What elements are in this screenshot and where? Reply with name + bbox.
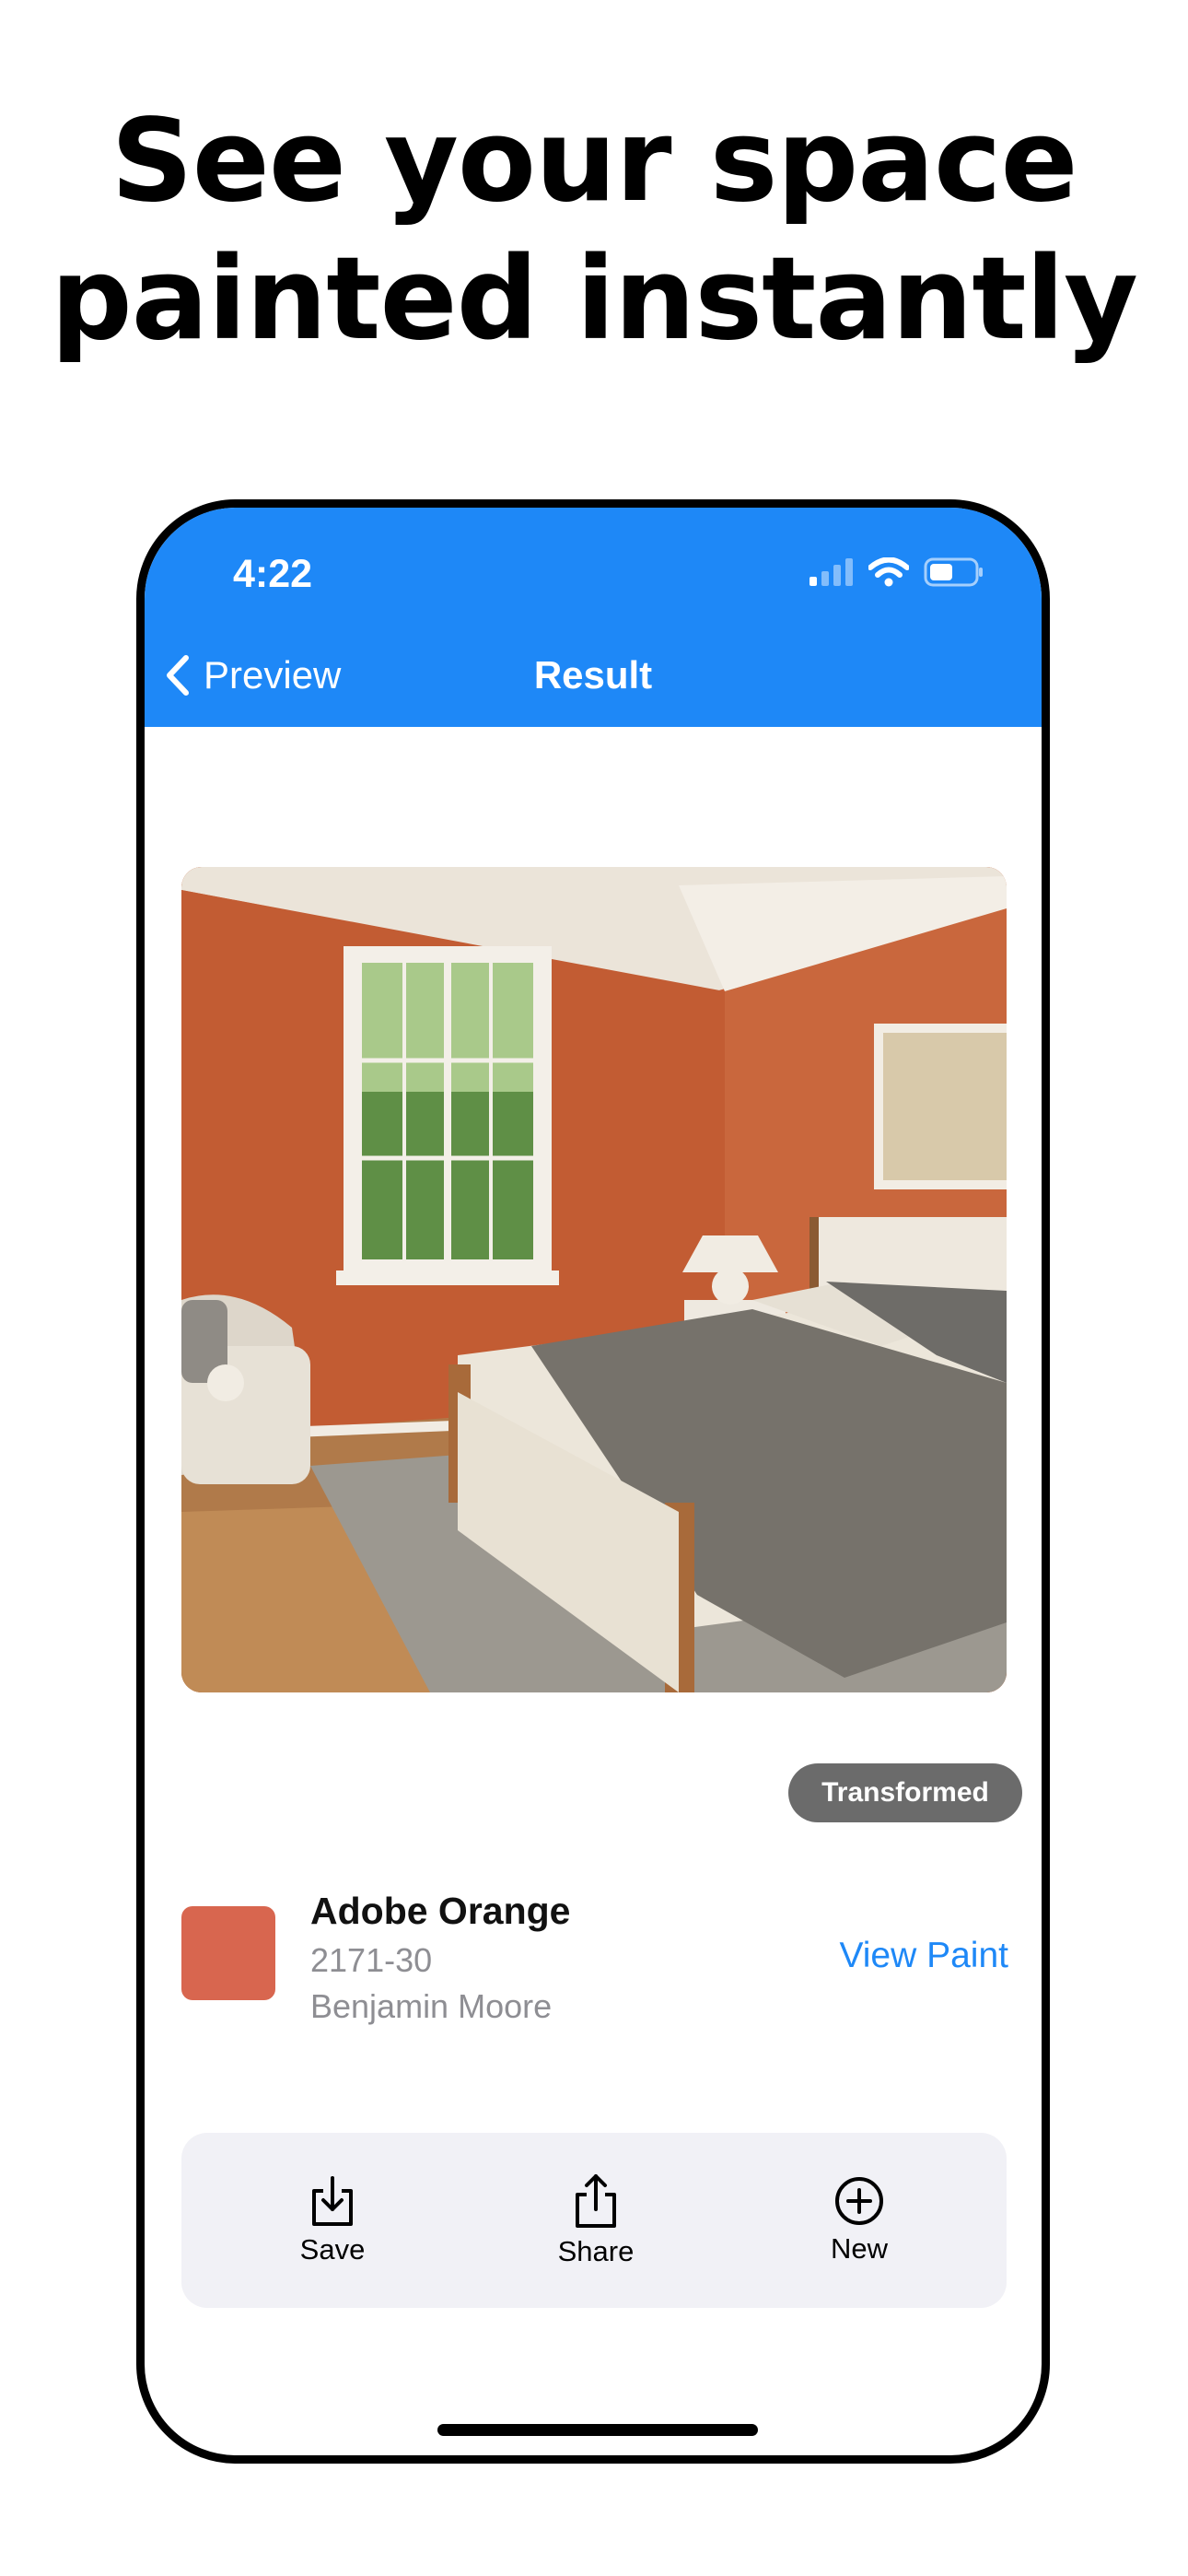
paint-code: 2171-30: [310, 1941, 433, 1979]
save-button[interactable]: Save: [285, 2133, 380, 2308]
wifi-icon: [868, 557, 909, 587]
transformed-badge: Transformed: [788, 1763, 1022, 1822]
new-button[interactable]: New: [811, 2133, 907, 2308]
share-button-label: Share: [557, 2235, 635, 2267]
paint-brand: Benjamin Moore: [310, 1987, 553, 2025]
headline: See your space painted instantly: [0, 92, 1188, 369]
back-button[interactable]: Preview: [163, 648, 341, 703]
painted-bedroom-illustration: [181, 867, 1007, 1692]
share-icon: [576, 2174, 616, 2228]
back-button-label: Preview: [204, 653, 342, 697]
result-room-image: [181, 867, 1007, 1692]
save-icon: [312, 2176, 353, 2226]
headline-line-2: painted instantly: [51, 233, 1138, 366]
paint-color-swatch: [181, 1906, 275, 2000]
status-icons: [809, 554, 984, 591]
plus-circle-icon: [835, 2177, 883, 2225]
home-indicator: [437, 2424, 758, 2436]
headline-line-1: See your space: [111, 95, 1077, 228]
phone-frame: 4:22 Preview Result Transformed Adobe Or…: [136, 499, 1050, 2464]
share-button[interactable]: Share: [548, 2133, 644, 2308]
chevron-left-icon: [167, 655, 189, 696]
navigation-bar: 4:22 Preview Result: [145, 508, 1042, 727]
action-bar: Save Share New: [181, 2133, 1007, 2308]
paint-name: Adobe Orange: [310, 1890, 571, 1932]
view-paint-link[interactable]: View Paint: [839, 1936, 1008, 1976]
status-time: 4:22: [233, 552, 313, 596]
battery-icon: [924, 557, 983, 587]
cellular-signal-icon: [809, 558, 853, 586]
save-button-label: Save: [299, 2233, 366, 2266]
new-button-label: New: [830, 2232, 888, 2265]
